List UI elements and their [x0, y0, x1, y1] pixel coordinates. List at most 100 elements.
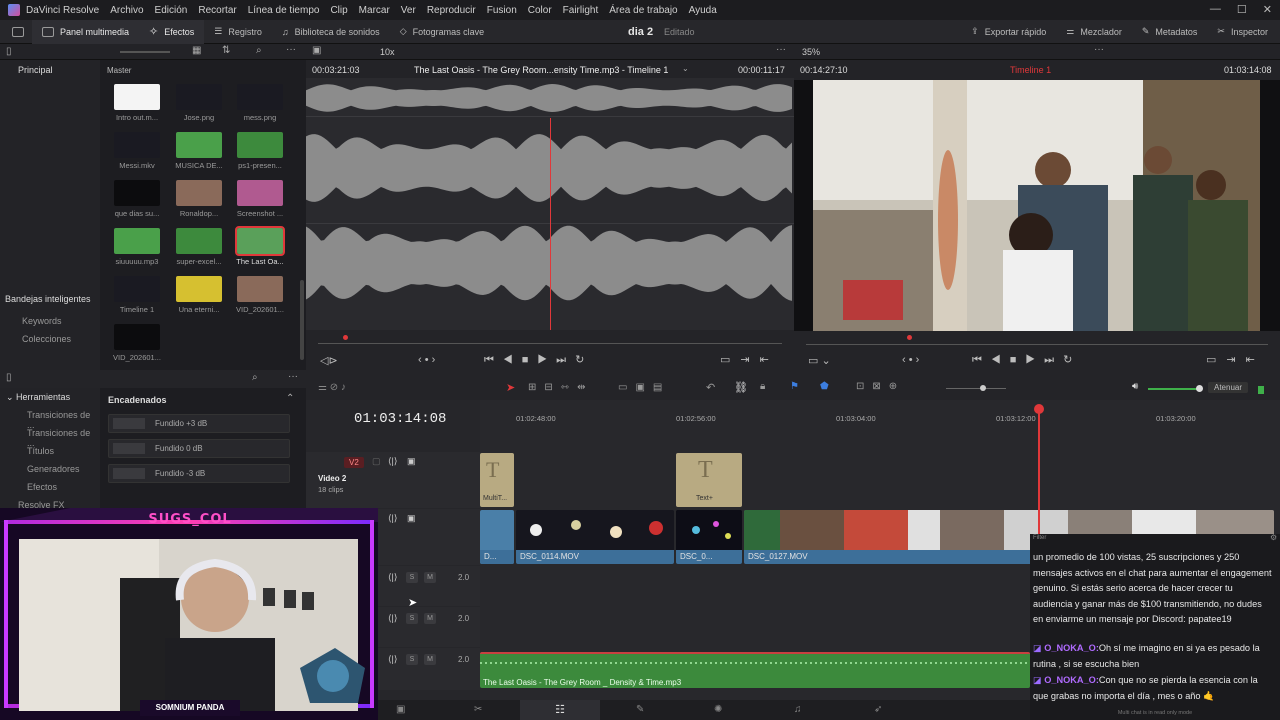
color-page-icon[interactable]: ✺ — [714, 704, 722, 715]
timeline-view-icon[interactable]: ⚌ ⊘ ♪ — [318, 382, 346, 393]
effects-panel-icon[interactable]: ▯ — [6, 372, 12, 383]
tools-title[interactable]: ⌄ Herramientas — [6, 392, 70, 403]
mute-button[interactable]: Atenuar — [1208, 382, 1249, 393]
flag-icon[interactable]: ⚑ — [790, 381, 799, 392]
menu-item-reproducir[interactable]: Reproducir — [427, 5, 476, 16]
marker-icon[interactable]: ⬟ — [820, 381, 829, 392]
program-more-icon[interactable]: ··· — [1094, 44, 1104, 55]
menu-item-ver[interactable]: Ver — [401, 5, 416, 16]
menu-item-color[interactable]: Color — [528, 5, 552, 16]
inspector-button[interactable]: ✂ Inspector — [1207, 20, 1280, 44]
media-thumbnail[interactable] — [114, 228, 160, 254]
sort-icon[interactable]: ⇅ — [222, 45, 230, 56]
timeline-zoom-slider[interactable] — [946, 388, 1006, 389]
video-clip-dsc0[interactable]: DSC_0... — [676, 510, 742, 564]
track-v1-auto-select-icon[interactable]: ⟨|⟩ — [388, 513, 397, 524]
program-jog-bar[interactable] — [806, 344, 1268, 345]
track-a3-auto-select-icon[interactable]: ⟨|⟩ — [388, 654, 397, 665]
chevron-down-icon[interactable]: ⌄ — [682, 64, 689, 73]
source-zoom[interactable]: 10x — [380, 47, 395, 57]
media-thumbnail[interactable] — [237, 84, 283, 110]
track-v2-monitor-icon[interactable]: ▣ — [407, 456, 416, 467]
deliver-page-icon[interactable]: ➶ — [874, 704, 882, 715]
track-a1-mute-button[interactable]: M — [424, 572, 436, 583]
fusion-page-icon[interactable]: ✎ — [636, 704, 644, 715]
menu-item-fusion[interactable]: Fusion — [487, 5, 517, 16]
media-thumbnail[interactable] — [114, 276, 160, 302]
menu-item-fairlight[interactable]: Fairlight — [563, 5, 599, 16]
grid-view-icon[interactable]: ▦ — [192, 45, 201, 56]
source-mark-buttons[interactable]: ▭⇥⇤ — [720, 353, 779, 366]
lock-icon[interactable]: 🔒︎ — [760, 381, 765, 392]
media-thumbnail[interactable] — [237, 276, 283, 302]
minimize-icon[interactable]: — — [1210, 3, 1221, 16]
edit-page-icon[interactable]: ☷ — [520, 700, 600, 720]
source-more-icon[interactable]: ··· — [776, 44, 786, 55]
track-a2-mute-button[interactable]: M — [424, 613, 436, 624]
program-jog-dots-icon[interactable]: ‹ • › — [902, 354, 919, 366]
link-icon[interactable]: ⛓ — [734, 381, 748, 394]
tree-item-generators[interactable]: Generadores — [27, 464, 80, 474]
menu-item-clip[interactable]: Clip — [330, 5, 347, 16]
timeline-playhead[interactable] — [1038, 410, 1040, 540]
track-a3-mute-button[interactable]: M — [424, 654, 436, 665]
metadata-button[interactable]: ✎ Metadatos — [1132, 20, 1208, 44]
program-zoom[interactable]: 35% — [802, 47, 820, 57]
text-clip-multitext[interactable]: T MultiT... — [480, 453, 514, 507]
media-thumbnail[interactable] — [176, 276, 222, 302]
media-thumbnail[interactable] — [237, 132, 283, 158]
source-jog-bar[interactable] — [318, 343, 782, 344]
selection-tool-icon[interactable]: ➤ — [506, 381, 515, 394]
sound-library-button[interactable]: ♫ Biblioteca de sonidos — [272, 20, 390, 44]
effects-more-icon[interactable]: ··· — [288, 371, 298, 382]
media-thumbnail[interactable] — [235, 226, 285, 256]
track-v2-auto-select-icon[interactable]: ⟨|⟩ — [388, 456, 397, 467]
menu-item-marcar[interactable]: Marcar — [359, 5, 390, 16]
snap-icon[interactable]: ↶ — [706, 381, 715, 394]
smart-bin-collections[interactable]: Colecciones — [22, 334, 71, 344]
mixer-button[interactable]: ⚌ Mezclador — [1056, 20, 1132, 44]
audio-clip-last-oasis[interactable]: The Last Oasis - The Grey Room _ Density… — [480, 652, 1030, 688]
collapse-icon[interactable]: ⌃ — [286, 393, 294, 404]
media-thumbnail[interactable] — [176, 180, 222, 206]
cut-page-icon[interactable]: ✂ — [474, 704, 482, 715]
effects-button[interactable]: ✧ Efectos — [139, 19, 205, 44]
bin-principal[interactable]: Principal — [18, 65, 53, 75]
source-clip-title[interactable]: The Last Oasis - The Grey Room...ensity … — [414, 65, 668, 75]
jog-dots-icon[interactable]: ‹ • › — [418, 354, 435, 366]
preset-fade-0[interactable]: Fundido 0 dB — [108, 439, 290, 458]
program-jog-marker[interactable] — [907, 335, 912, 340]
search-icon[interactable]: ⌕ — [256, 45, 262, 56]
keyframes-button[interactable]: ◇ Fotogramas clave — [390, 20, 494, 44]
sidebar-toggle-icon[interactable]: ▯ — [6, 46, 12, 57]
media-thumbnail[interactable] — [114, 180, 160, 206]
chat-user-2[interactable]: O_NOKA_O: — [1044, 643, 1099, 653]
tree-item-video-transitions[interactable]: Transiciones de ... — [27, 410, 100, 430]
volume-knob[interactable] — [1196, 385, 1203, 392]
media-thumbnail[interactable] — [176, 228, 222, 254]
program-timeline-name[interactable]: Timeline 1 — [1010, 65, 1051, 75]
track-v2-header[interactable]: V2 ▢ ⟨|⟩ ▣ Video 2 18 clips — [306, 452, 480, 508]
track-v2-lock-icon[interactable]: ▢ — [372, 456, 381, 467]
chat-filter[interactable]: Filter — [1033, 534, 1046, 542]
edit-index-button[interactable]: ☰ Registro — [204, 20, 272, 44]
source-jog-marker[interactable] — [343, 335, 348, 340]
chat-settings-icon[interactable]: ⚙ — [1270, 533, 1277, 543]
quick-export-button[interactable]: ⇪ Exportar rápido — [961, 20, 1056, 44]
video-clip-dsc0114[interactable]: DSC_0114.MOV — [516, 510, 674, 564]
zoom-tools-icons[interactable]: ⊡⊠⊕ — [856, 381, 905, 392]
zoom-slider[interactable] — [120, 51, 170, 53]
track-a2-auto-select-icon[interactable]: ⟨|⟩ — [388, 613, 397, 624]
menu-item-ayuda[interactable]: Ayuda — [689, 5, 717, 16]
track-v1-monitor-icon[interactable]: ▣ — [407, 513, 416, 524]
media-thumbnail[interactable] — [237, 180, 283, 206]
program-transport-buttons[interactable]: ⏮◀■▶⏭↻ — [972, 353, 1081, 367]
audio-control-icon[interactable]: ◁⊳ — [320, 354, 338, 367]
track-a3-solo-button[interactable]: S — [406, 654, 418, 665]
media-page-icon[interactable]: ▣ — [396, 704, 405, 715]
edit-tools-icons[interactable]: ⊞⊟⇿⇹ — [528, 382, 594, 393]
tree-item-titles[interactable]: Títulos — [27, 446, 54, 456]
menu-item-linea-tiempo[interactable]: Línea de tiempo — [248, 5, 320, 16]
effects-search-icon[interactable]: ⌕ — [252, 372, 258, 383]
timeline-ruler[interactable]: 01:02:48:00 01:02:56:00 01:03:04:00 01:0… — [480, 404, 1280, 426]
